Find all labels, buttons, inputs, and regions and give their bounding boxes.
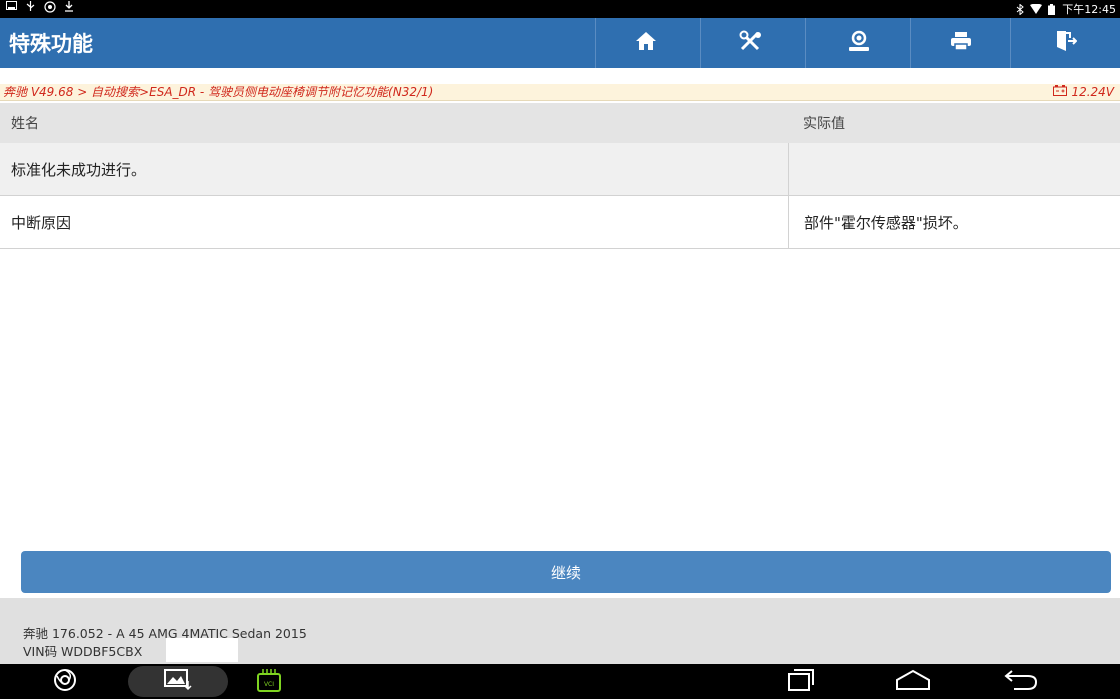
row-value: 部件"霍尔传感器"损坏。: [788, 196, 1120, 248]
print-icon: [950, 31, 972, 55]
vehicle-info: 奔驰 176.052 - A 45 AMG 4MATIC Sedan 2015 …: [0, 598, 1120, 664]
row-value: [788, 143, 1120, 195]
back-icon: [1004, 669, 1038, 695]
table-header: 姓名 实际值: [0, 103, 1120, 143]
data-table: 姓名 实际值 标准化未成功进行。 中断原因 部件"霍尔传感器"损坏。: [0, 103, 1120, 249]
home-button[interactable]: [595, 18, 696, 68]
column-header-name: 姓名: [11, 116, 39, 132]
recent-apps-icon: [787, 668, 815, 696]
exit-icon: [1055, 30, 1078, 56]
vci-icon: VCI: [256, 667, 282, 697]
gallery-button[interactable]: [158, 668, 198, 695]
usb-icon: [25, 1, 36, 12]
support-button[interactable]: [805, 18, 911, 68]
status-bar: 下午12:45: [0, 0, 1120, 18]
bluetooth-icon: [1014, 2, 1025, 16]
download-icon: [63, 1, 74, 12]
home-nav-button[interactable]: [893, 668, 933, 695]
wifi-icon: [1030, 3, 1043, 15]
screenshot-icon: [6, 1, 17, 12]
app-header: 特殊功能: [0, 18, 1120, 68]
settings-icon: [44, 1, 56, 13]
row-name: 中断原因: [11, 213, 72, 232]
browser-button[interactable]: [50, 668, 80, 695]
tools-icon: [739, 30, 763, 56]
browser-icon: [53, 668, 77, 696]
system-navbar: VCI: [0, 664, 1120, 699]
voltage-value: 12.24V: [1071, 85, 1114, 99]
tools-button[interactable]: [700, 18, 801, 68]
page-title: 特殊功能: [9, 32, 93, 56]
breadcrumb: 奔驰 V49.68 > 自动搜索>ESA_DR - 驾驶员侧电动座椅调节附记忆功…: [0, 84, 1120, 101]
vci-label: VCI: [264, 681, 274, 688]
vin-redaction: [166, 638, 238, 662]
gallery-icon: [164, 668, 192, 695]
vci-button[interactable]: VCI: [253, 668, 285, 695]
exit-button[interactable]: [1010, 18, 1120, 68]
column-header-value: 实际值: [803, 116, 845, 132]
home-icon: [635, 31, 657, 55]
breadcrumb-path: 奔驰 V49.68 > 自动搜索>ESA_DR - 驾驶员侧电动座椅调节附记忆功…: [3, 85, 434, 99]
vin-number: VIN码 WDDBF5CBX: [23, 644, 143, 659]
continue-button[interactable]: 继续: [21, 551, 1111, 593]
voltage-indicator: 12.24V: [1053, 84, 1114, 100]
table-row: 标准化未成功进行。: [0, 143, 1120, 196]
battery-icon: [1046, 3, 1057, 15]
row-name: 标准化未成功进行。: [11, 160, 147, 179]
clock: 下午12:45: [1062, 3, 1116, 16]
vehicle-model: 奔驰 176.052 - A 45 AMG 4MATIC Sedan 2015: [23, 626, 307, 641]
recent-apps-button[interactable]: [785, 668, 817, 695]
home-outline-icon: [895, 669, 931, 695]
battery-voltage-icon: [1053, 84, 1068, 100]
table-row: 中断原因 部件"霍尔传感器"损坏。: [0, 196, 1120, 249]
back-button[interactable]: [1003, 668, 1039, 695]
support-icon: [847, 30, 871, 56]
print-button[interactable]: [910, 18, 1011, 68]
